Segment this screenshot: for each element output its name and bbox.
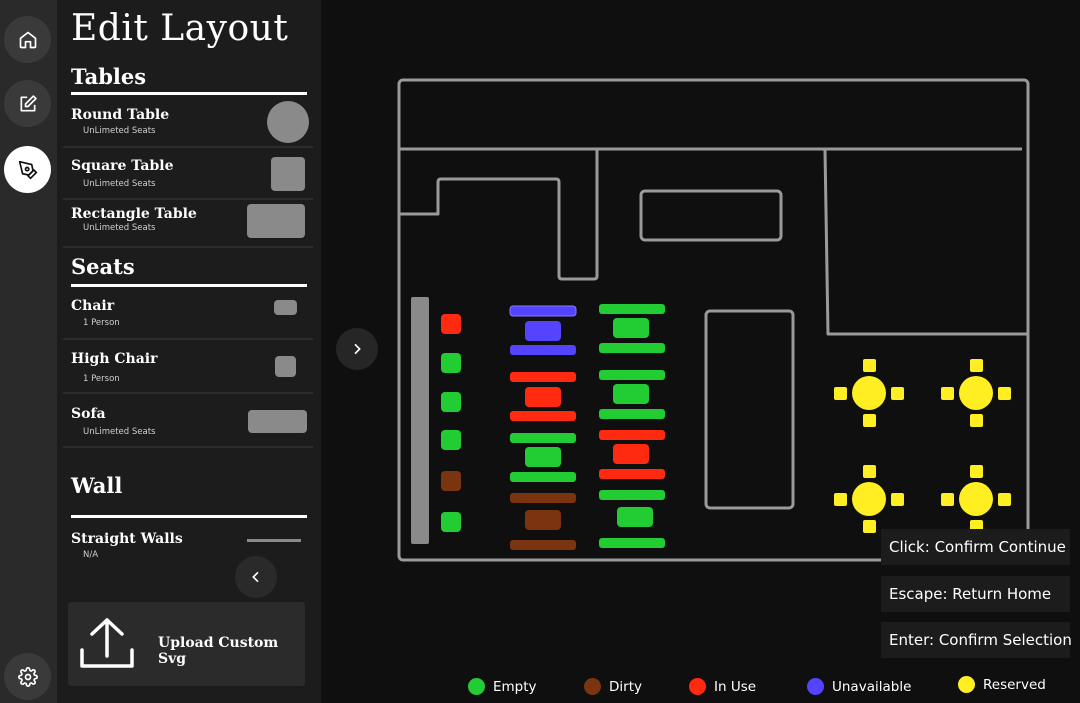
legend-label: In Use (714, 678, 757, 695)
chair-empty[interactable] (441, 392, 461, 412)
square-table-item[interactable]: Square Table UnLimeted Seats (63, 150, 313, 200)
chair-in-use[interactable] (441, 314, 461, 334)
chair-empty[interactable] (441, 512, 461, 532)
collapse-panel-button[interactable] (235, 556, 277, 598)
tables-divider (71, 92, 307, 95)
bar-wall[interactable] (411, 297, 429, 544)
edit-button[interactable] (4, 80, 51, 127)
chair-dirty[interactable] (441, 471, 461, 491)
item-subtitle: UnLimeted Seats (83, 223, 156, 233)
icon-rail (0, 0, 57, 703)
round-table-item[interactable]: Round Table UnLimeted Seats (63, 98, 313, 148)
upload-label: Upload Custom Svg (158, 635, 279, 667)
legend-unavailable: Unavailable (807, 678, 911, 695)
chevron-right-icon (354, 343, 361, 355)
straight-walls-item[interactable]: Straight Walls N/A (63, 524, 313, 564)
square-table-shape (271, 157, 305, 191)
outer-wall[interactable] (397, 78, 1030, 562)
wall-divider (71, 515, 307, 518)
settings-icon (17, 666, 38, 687)
legend-label: Dirty (609, 678, 642, 695)
round-table-shape (267, 101, 309, 143)
legend-dot-unavailable (807, 678, 824, 695)
chair-item[interactable]: Chair 1 Person (63, 290, 313, 340)
floor-plan-canvas[interactable] (392, 74, 1032, 566)
chair-empty[interactable] (441, 430, 461, 450)
booth-empty[interactable] (599, 304, 665, 353)
pen-tool-button[interactable] (4, 146, 51, 193)
high-chair-item[interactable]: High Chair 1 Person (63, 342, 313, 394)
sofa-item[interactable]: Sofa UnLimeted Seats (63, 396, 313, 448)
hint-enter: Enter: Confirm Selection (881, 622, 1072, 658)
item-subtitle: UnLimeted Seats (83, 126, 156, 136)
item-name: High Chair (71, 351, 158, 367)
upload-custom-svg-button[interactable]: Upload Custom Svg (68, 602, 305, 686)
legend-label: Unavailable (832, 678, 912, 695)
round-table-reserved[interactable] (834, 359, 904, 427)
seats-heading: Seats (71, 254, 135, 279)
item-subtitle: UnLimeted Seats (83, 427, 156, 437)
counter-wall[interactable] (639, 189, 783, 242)
booth-dirty[interactable] (510, 493, 576, 550)
hint-click: Click: Confirm Continue (881, 529, 1070, 565)
legend-empty: Empty (468, 678, 537, 695)
upload-icon (80, 618, 134, 668)
legend-dot-empty (468, 678, 485, 695)
item-name: Sofa (71, 406, 106, 422)
item-subtitle: 1 Person (83, 374, 120, 384)
high-chair-shape (275, 356, 296, 377)
item-name: Round Table (71, 107, 170, 123)
hint-escape: Escape: Return Home (881, 576, 1070, 612)
item-subtitle: 1 Person (83, 318, 120, 328)
expand-panel-button[interactable] (336, 328, 378, 370)
panel-title: Edit Layout (71, 8, 289, 49)
item-name: Chair (71, 298, 115, 314)
item-name: Straight Walls (71, 531, 183, 547)
booth-in-use[interactable] (599, 430, 665, 479)
legend-label: Empty (493, 678, 537, 695)
legend-dot-dirty (584, 678, 601, 695)
booth-empty[interactable] (510, 433, 576, 482)
booth-empty[interactable] (599, 370, 665, 419)
booth-empty[interactable] (599, 490, 665, 548)
tables-heading: Tables (71, 64, 147, 89)
legend-dot-reserved (958, 676, 975, 693)
legend-dot-in-use (689, 678, 706, 695)
legend-label: Reserved (983, 676, 1046, 693)
home-button[interactable] (4, 16, 51, 63)
seats-divider (71, 284, 307, 287)
rectangle-table-item[interactable]: Rectangle Table UnLimeted Seats (63, 202, 313, 248)
pen-tool-icon (18, 160, 37, 179)
legend-in-use: In Use (689, 678, 756, 695)
round-table-reserved[interactable] (834, 465, 904, 533)
left-room-wall[interactable] (400, 150, 599, 281)
booth-unavailable[interactable] (509, 305, 577, 355)
legend-reserved: Reserved (958, 676, 1046, 693)
booth-in-use[interactable] (510, 372, 576, 421)
edit-icon (20, 94, 37, 111)
rect-table-outline[interactable] (704, 309, 795, 510)
item-subtitle: UnLimeted Seats (83, 179, 156, 189)
legend-dirty: Dirty (584, 678, 642, 695)
edit-layout-panel: Edit Layout Tables Round Table UnLimeted… (57, 0, 321, 703)
chair-empty[interactable] (441, 353, 461, 373)
item-subtitle: N/A (83, 550, 99, 560)
chevron-left-icon (252, 571, 259, 583)
item-name: Square Table (71, 158, 174, 174)
sofa-shape (248, 410, 307, 433)
round-table-reserved[interactable] (941, 465, 1011, 533)
settings-button[interactable] (4, 653, 51, 700)
wall-heading: Wall (71, 473, 123, 498)
straight-wall-shape (247, 539, 301, 542)
round-table-reserved[interactable] (941, 359, 1011, 427)
chair-shape (274, 300, 297, 315)
home-icon (19, 31, 36, 48)
item-name: Rectangle Table (71, 206, 197, 222)
right-room-wall[interactable] (823, 149, 1028, 336)
rectangle-table-shape (247, 204, 305, 238)
